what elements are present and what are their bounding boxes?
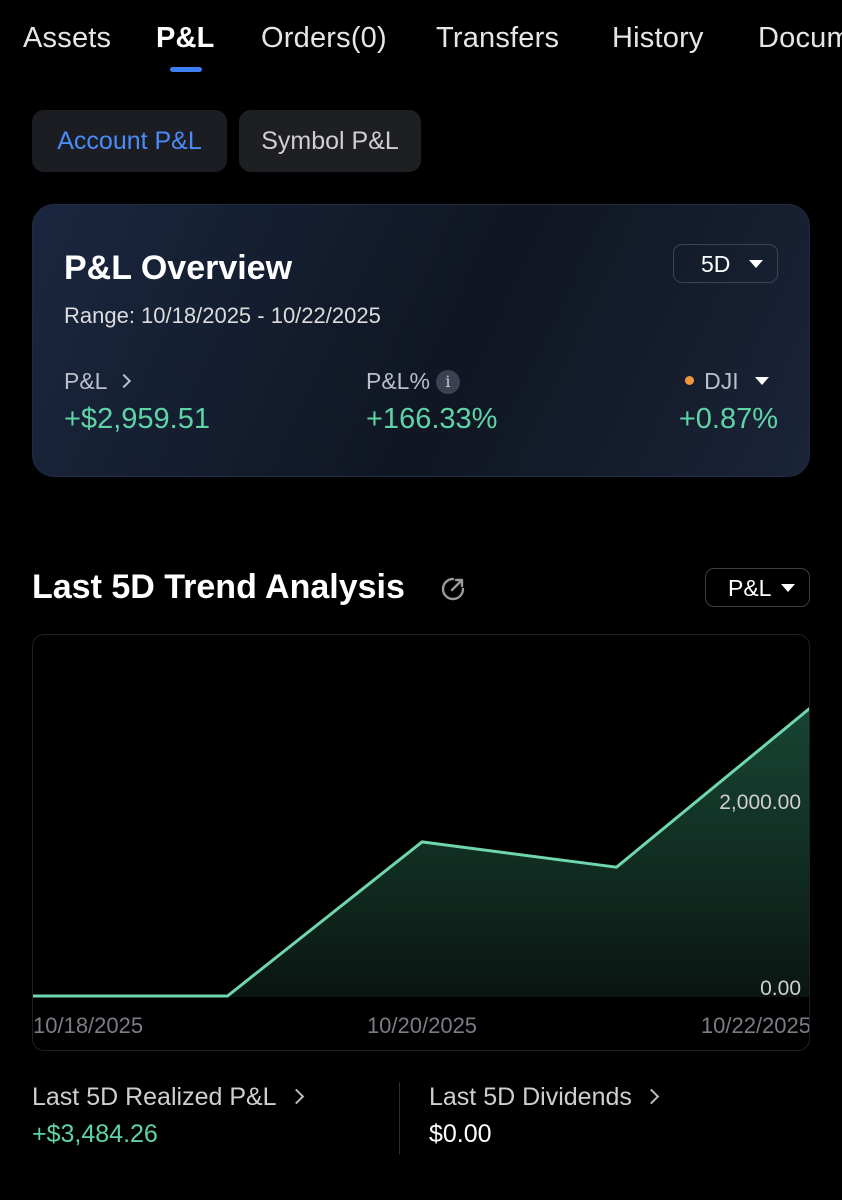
chevron-right-icon (117, 373, 132, 389)
account-pnl-button[interactable]: Account P&L (32, 110, 227, 172)
divider (399, 1082, 400, 1154)
benchmark-dropdown[interactable]: DJI (685, 368, 769, 395)
caret-down-icon (781, 584, 795, 592)
metric-dropdown-value: P&L (728, 575, 772, 601)
share-icon[interactable] (440, 576, 466, 602)
x-tick-label: 10/20/2025 (367, 1013, 477, 1038)
pnl-label: P&L (64, 368, 108, 394)
trend-title: Last 5D Trend Analysis (32, 568, 405, 606)
active-tab-indicator (170, 67, 202, 72)
chevron-right-icon (643, 1088, 660, 1105)
trend-area (33, 708, 809, 997)
range-text: Range: 10/18/2025 - 10/22/2025 (64, 303, 381, 328)
benchmark-dot-icon (685, 376, 695, 385)
range-dropdown[interactable]: 5D (673, 244, 778, 283)
tab-transfers[interactable]: Transfers (436, 22, 559, 55)
overview-title: P&L Overview (64, 249, 293, 287)
y-tick-label: 2,000.00 (719, 791, 801, 814)
tab-pnl[interactable]: P&L (156, 22, 215, 55)
pnl-pct-label: P&L% (366, 368, 430, 394)
pnl-value: +$2,959.51 (64, 403, 210, 435)
dividends-link[interactable]: Last 5D Dividends (429, 1083, 660, 1112)
x-tick-label: 10/18/2025 (33, 1013, 143, 1038)
tab-documents[interactable]: Documents (758, 22, 842, 55)
symbol-pnl-button[interactable]: Symbol P&L (239, 110, 421, 172)
dividends-value: $0.00 (429, 1120, 492, 1148)
dividends-label: Last 5D Dividends (429, 1083, 632, 1111)
metric-dropdown[interactable]: P&L (705, 568, 810, 607)
pnl-label-link[interactable]: P&L (64, 368, 132, 395)
pnl-overview-card: P&L Overview 5D Range: 10/18/2025 - 10/2… (32, 204, 810, 477)
realized-pnl-label: Last 5D Realized P&L (32, 1083, 277, 1111)
caret-down-icon (749, 260, 763, 268)
tab-assets[interactable]: Assets (23, 22, 111, 55)
info-icon[interactable]: i (435, 370, 460, 394)
caret-down-icon (755, 377, 769, 385)
benchmark-label: DJI (704, 368, 739, 394)
top-tabs: Assets P&L Orders(0) Transfers History D… (0, 0, 842, 80)
realized-pnl-link[interactable]: Last 5D Realized P&L (32, 1083, 304, 1112)
range-dropdown-value: 5D (701, 251, 731, 277)
y-tick-label: 0.00 (760, 977, 801, 1000)
pnl-pct-value: +166.33% (366, 403, 498, 435)
tab-orders[interactable]: Orders(0) (261, 22, 387, 55)
trend-chart: 2,000.00 0.00 10/18/2025 10/20/2025 10/22/20… (32, 634, 810, 1051)
benchmark-value: +0.87% (678, 403, 778, 435)
tab-history[interactable]: History (612, 22, 704, 55)
chevron-right-icon (288, 1088, 304, 1105)
realized-pnl-value: +$3,484.26 (32, 1120, 158, 1148)
x-tick-label: 10/22/2025 (701, 1013, 810, 1038)
pnl-pct-label-group: P&L% i (366, 368, 460, 395)
trend-chart-svg: 2,000.00 0.00 10/18/2025 10/20/2025 10/22/20… (33, 707, 810, 1038)
